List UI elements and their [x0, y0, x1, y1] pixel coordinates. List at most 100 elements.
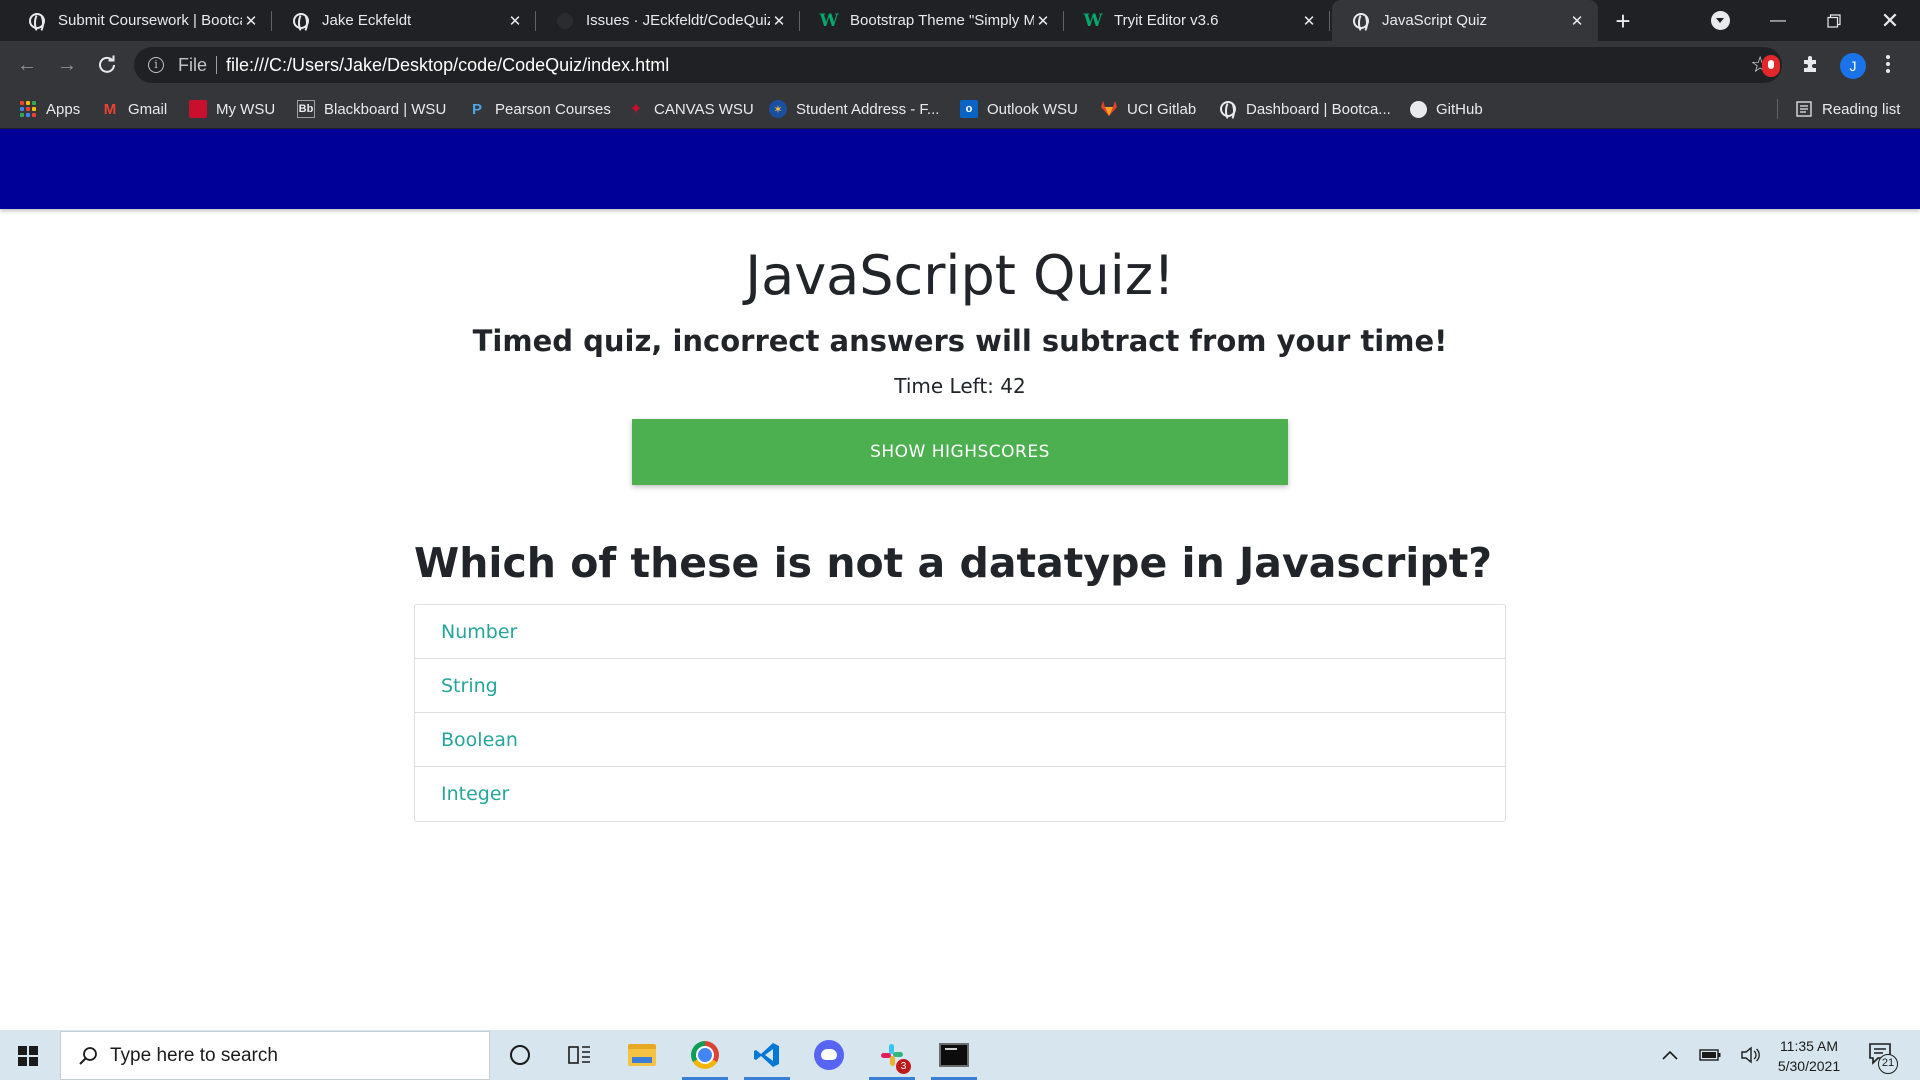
- bookmark-label: UCI Gitlab: [1127, 100, 1197, 118]
- volume-icon[interactable]: [1734, 1030, 1766, 1080]
- tab-javascript-quiz[interactable]: JavaScript Quiz ✕: [1332, 0, 1598, 41]
- site-navbar: [0, 129, 1920, 209]
- reading-list[interactable]: Reading list: [1795, 97, 1900, 121]
- bookmark-github[interactable]: GitHub: [1409, 97, 1483, 121]
- reading-list-icon: [1795, 100, 1813, 118]
- bookmark-label: Dashboard | Bootca...: [1246, 100, 1391, 118]
- tab-title: Jake Eckfeldt: [322, 12, 412, 29]
- new-tab-icon[interactable]: +: [1608, 6, 1638, 36]
- tab-bootstrap-theme[interactable]: W Bootstrap Theme "Simply M ✕: [800, 0, 1064, 41]
- forward-icon[interactable]: →: [53, 51, 81, 79]
- page-subtitle: Timed quiz, incorrect answers will subtr…: [472, 324, 1448, 358]
- globe-icon: [1352, 12, 1370, 33]
- github-icon: [556, 12, 574, 30]
- bookmark-uci-gitlab[interactable]: UCI Gitlab: [1100, 97, 1196, 121]
- bookmark-my-wsu[interactable]: My WSU: [189, 97, 275, 121]
- bookmark-blackboard[interactable]: Bb Blackboard | WSU: [297, 97, 446, 121]
- search-placeholder: Type here to search: [110, 1045, 278, 1066]
- answer-option-boolean[interactable]: Boolean: [415, 713, 1505, 767]
- notification-count-badge: 21: [1878, 1054, 1898, 1074]
- adblock-extension-icon[interactable]: [1762, 55, 1780, 77]
- bookmark-label: Blackboard | WSU: [324, 100, 447, 118]
- vscode-icon[interactable]: [738, 1030, 796, 1080]
- bookmark-label: Apps: [46, 100, 81, 118]
- taskbar-search-box[interactable]: Type here to search: [60, 1031, 490, 1080]
- answer-list: Number String Boolean Integer: [414, 604, 1506, 822]
- show-hidden-icons-icon[interactable]: [1655, 1030, 1685, 1080]
- bookmark-apps[interactable]: Apps: [19, 97, 80, 121]
- cortana-icon[interactable]: [491, 1030, 549, 1080]
- tab-submit-coursework[interactable]: Submit Coursework | Bootca ✕: [8, 0, 272, 41]
- tab-strip: Submit Coursework | Bootca ✕ Jake Eckfel…: [0, 0, 1920, 41]
- answer-option-integer[interactable]: Integer: [415, 767, 1505, 821]
- close-tab-icon[interactable]: ✕: [1568, 12, 1586, 30]
- gitlab-icon: [1100, 100, 1118, 118]
- slack-icon[interactable]: 3: [863, 1030, 921, 1080]
- taskbar-clock[interactable]: 11:35 AM 5/30/2021: [1772, 1036, 1846, 1076]
- scheme-label: File: [178, 55, 208, 75]
- tab-issues-codequiz[interactable]: Issues · JEckfeldt/CodeQuiz ✕: [536, 0, 800, 41]
- bookmark-canvas[interactable]: ✦ CANVAS WSU: [627, 97, 754, 121]
- browser-menu-icon[interactable]: [1885, 53, 1891, 77]
- tab-title: Bootstrap Theme "Simply M: [850, 12, 1034, 29]
- answer-option-number[interactable]: Number: [415, 605, 1505, 659]
- tab-title: JavaScript Quiz: [1382, 12, 1488, 29]
- task-view-icon[interactable]: [551, 1030, 609, 1080]
- bookmark-gmail[interactable]: M Gmail: [101, 97, 167, 121]
- close-tab-icon[interactable]: ✕: [1034, 12, 1052, 30]
- extensions-puzzle-icon[interactable]: [1800, 53, 1822, 75]
- discord-icon[interactable]: [800, 1030, 858, 1080]
- tab-tryit-editor[interactable]: W Tryit Editor v3.6 ✕: [1064, 0, 1330, 41]
- close-tab-icon[interactable]: ✕: [506, 12, 524, 30]
- time-left-display: Time Left: 42: [894, 374, 1026, 398]
- address-bar[interactable]: i File file:///C:/Users/Jake/Desktop/cod…: [134, 47, 1782, 83]
- tab-search-icon[interactable]: [1711, 11, 1730, 30]
- gmail-icon: M: [103, 100, 117, 118]
- page-viewport: JavaScript Quiz! Timed quiz, incorrect a…: [0, 129, 1920, 1030]
- battery-icon[interactable]: [1694, 1030, 1726, 1080]
- restore-icon[interactable]: [1808, 0, 1860, 41]
- tab-title: Submit Coursework | Bootca: [58, 12, 242, 29]
- bookmark-label: Pearson Courses: [495, 100, 611, 118]
- bookmark-student-address[interactable]: ✶ Student Address - F...: [769, 97, 939, 121]
- tab-title: Issues · JEckfeldt/CodeQuiz: [586, 12, 770, 29]
- minimize-icon[interactable]: —: [1752, 0, 1804, 41]
- bookmark-label: Gmail: [128, 100, 168, 118]
- mywsu-icon: [189, 100, 207, 118]
- close-window-icon[interactable]: ✕: [1864, 0, 1916, 41]
- bookmark-outlook[interactable]: o Outlook WSU: [960, 97, 1078, 121]
- close-tab-icon[interactable]: ✕: [1300, 12, 1318, 30]
- blackboard-icon: Bb: [297, 100, 315, 118]
- chrome-icon[interactable]: [676, 1030, 734, 1080]
- tab-jake-eckfeldt[interactable]: Jake Eckfeldt ✕: [272, 0, 536, 41]
- student-address-icon: ✶: [769, 100, 787, 118]
- file-explorer-icon[interactable]: [613, 1030, 671, 1080]
- back-icon[interactable]: ←: [13, 51, 41, 79]
- bookmark-label: My WSU: [216, 100, 276, 118]
- profile-avatar[interactable]: J: [1840, 53, 1866, 79]
- globe-icon: [292, 12, 310, 33]
- globe-icon: [28, 12, 46, 33]
- github-icon: [1409, 100, 1427, 118]
- bookmarks-bar: Apps M Gmail My WSU Bb Blackboard | WSU …: [0, 89, 1920, 129]
- browser-toolbar: ← → i File file:///C:/Users/Jake/Desktop…: [0, 41, 1920, 89]
- answer-option-string[interactable]: String: [415, 659, 1505, 713]
- url-text[interactable]: file:///C:/Users/Jake/Desktop/code/CodeQ…: [226, 55, 669, 76]
- windows-taskbar: Type here to search 3 11:35 AM 5/30/2021…: [0, 1030, 1920, 1080]
- show-highscores-button[interactable]: SHOW HIGHSCORES: [632, 419, 1288, 485]
- canvas-icon: ✦: [629, 101, 643, 118]
- terminal-icon[interactable]: [925, 1030, 983, 1080]
- bookmark-label: Student Address - F...: [796, 100, 940, 118]
- site-info-icon[interactable]: i: [148, 57, 164, 73]
- bookmark-label: GitHub: [1436, 100, 1483, 118]
- bookmark-label: CANVAS WSU: [654, 100, 754, 118]
- close-tab-icon[interactable]: ✕: [770, 12, 788, 30]
- windows-start-icon[interactable]: [18, 1046, 38, 1066]
- question-text: Which of these is not a datatype in Java…: [414, 539, 1493, 587]
- bookmark-pearson[interactable]: P Pearson Courses: [468, 97, 611, 121]
- w3schools-icon: W: [819, 10, 839, 31]
- close-tab-icon[interactable]: ✕: [242, 12, 260, 30]
- search-icon: [79, 1047, 97, 1065]
- reload-icon[interactable]: [93, 51, 121, 79]
- bookmark-dashboard[interactable]: Dashboard | Bootca...: [1219, 97, 1391, 121]
